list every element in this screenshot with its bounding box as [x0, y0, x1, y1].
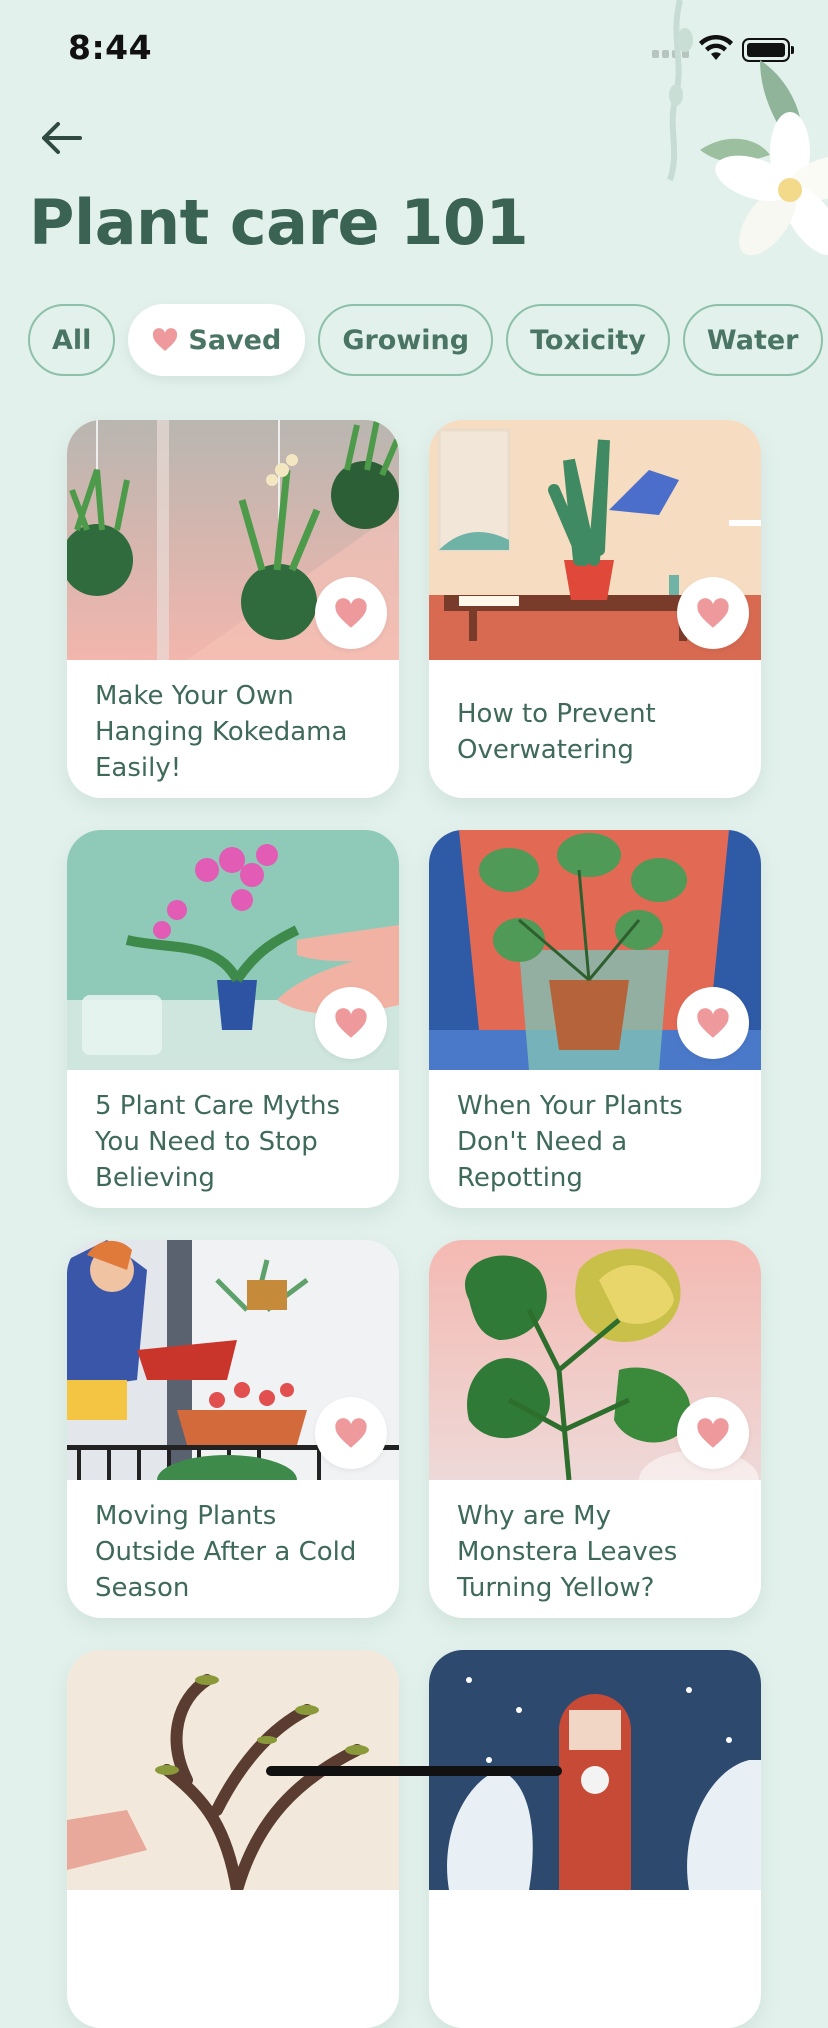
favorite-button[interactable]	[315, 577, 387, 649]
heart-icon	[335, 597, 367, 628]
heart-icon	[335, 1417, 367, 1448]
heart-icon	[697, 1417, 729, 1448]
chip-label: Saved	[188, 324, 282, 356]
filter-chip-saved[interactable]: Saved	[128, 304, 306, 376]
article-card[interactable]: How to Prevent Overwatering	[429, 420, 761, 798]
article-card[interactable]	[67, 1650, 399, 2028]
favorite-button[interactable]	[677, 1397, 749, 1469]
chip-label: Water	[706, 324, 799, 356]
favorite-button[interactable]	[677, 577, 749, 649]
article-card[interactable]: Why are My Monstera Leaves Turning Yello…	[429, 1240, 761, 1618]
filter-chip-water[interactable]: Water	[682, 304, 823, 376]
filter-chip-toxicity[interactable]: Toxicity	[506, 304, 670, 376]
heart-icon	[697, 597, 729, 628]
status-time: 8:44	[68, 28, 153, 67]
arrow-left-icon	[42, 122, 82, 154]
favorite-button[interactable]	[315, 987, 387, 1059]
article-card[interactable]: Make Your Own Hanging Kokedama Easily!	[67, 420, 399, 798]
article-title: When Your Plants Don't Need a Repotting	[457, 1091, 683, 1193]
page-title: Plant care 101	[29, 186, 529, 259]
article-card[interactable]: Moving Plants Outside After a Cold Seaso…	[67, 1240, 399, 1618]
article-title: Why are My Monstera Leaves Turning Yello…	[457, 1501, 678, 1603]
back-button[interactable]	[40, 118, 88, 158]
chip-label: Toxicity	[530, 324, 646, 356]
chip-label: All	[52, 324, 92, 356]
filter-chips: All Saved Growing Toxicity Water	[28, 304, 823, 376]
article-card[interactable]: 5 Plant Care Myths You Need to Stop Beli…	[67, 830, 399, 1208]
article-card[interactable]: When Your Plants Don't Need a Repotting	[429, 830, 761, 1208]
article-title: How to Prevent Overwatering	[457, 699, 656, 765]
chip-label: Growing	[342, 324, 470, 356]
filter-chip-growing[interactable]: Growing	[318, 304, 494, 376]
heart-icon	[697, 1007, 729, 1038]
favorite-button[interactable]	[315, 1397, 387, 1469]
article-title: 5 Plant Care Myths You Need to Stop Beli…	[95, 1091, 341, 1193]
plumeria-decoration	[667, 0, 828, 256]
heart-icon	[153, 328, 178, 351]
filter-chip-all[interactable]: All	[28, 304, 116, 376]
article-title: Moving Plants Outside After a Cold Seaso…	[95, 1501, 357, 1603]
home-indicator[interactable]	[266, 1766, 562, 1776]
article-card[interactable]	[429, 1650, 761, 2028]
heart-icon	[335, 1007, 367, 1038]
article-title: Make Your Own Hanging Kokedama Easily!	[95, 681, 348, 783]
favorite-button[interactable]	[677, 987, 749, 1059]
